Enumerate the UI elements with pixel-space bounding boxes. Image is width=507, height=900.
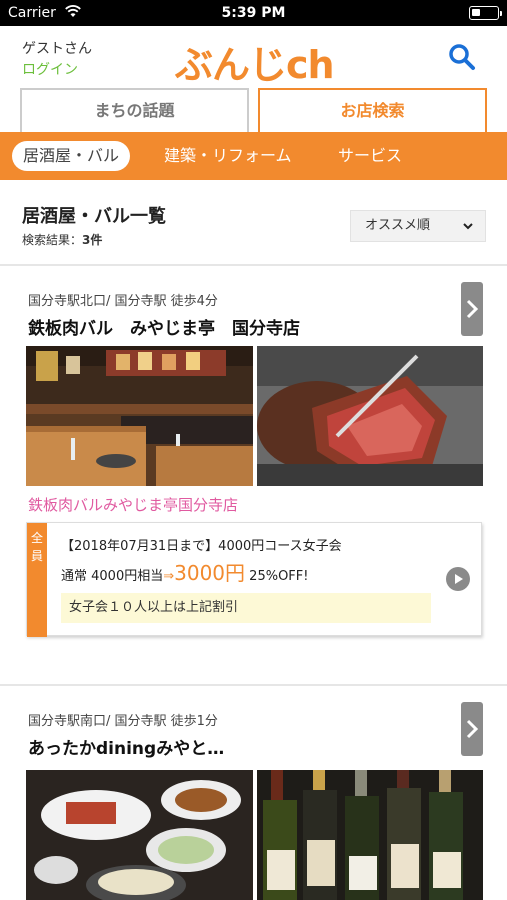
shop-detail-button[interactable] [461,282,483,336]
category-bar: 居酒屋・バル 建築・リフォーム サービス [0,132,507,180]
shop-photo-interior[interactable] [26,346,253,486]
shop-location: 国分寺駅南口/ 国分寺駅 徒歩1分 [28,714,218,729]
coupon-note: 女子会１０人以上は上記割引 [61,593,431,623]
sort-label: オススメ順 [365,218,431,233]
shop-photo-food[interactable] [26,770,253,900]
shop-photo-wine[interactable] [257,770,483,900]
shop-photo-steak[interactable] [257,346,483,486]
tab-town-topics[interactable]: まちの話題 [20,88,249,132]
coupon-card[interactable]: 全員 【2018年07月31日まで】4000円コース女子会 通常 4000円相当… [26,522,482,637]
shop-card[interactable]: 国分寺駅北口/ 国分寺駅 徒歩4分 鉄板肉バル みやじま亭 国分寺店 鉄板肉バル… [0,282,507,650]
app-logo[interactable]: ぶんじch [175,34,335,89]
coupon-arrow: ⇒ [163,569,175,584]
tab-shop-search[interactable]: お店検索 [258,88,487,132]
coupon-discount: 25%OFF! [249,569,309,584]
category-construction-reform[interactable]: 建築・リフォーム [164,141,292,171]
result-label: 検索結果： [22,233,83,247]
result-count: 検索結果：3件 [22,231,102,248]
chevron-down-icon [463,223,473,230]
chevron-right-icon [466,719,479,739]
sort-dropdown[interactable]: オススメ順 [350,210,486,242]
category-service[interactable]: サービス [338,141,402,171]
shop-detail-button[interactable] [461,702,483,756]
category-izakaya-bar[interactable]: 居酒屋・バル [12,141,130,171]
chevron-right-icon [466,299,479,319]
login-link[interactable]: ログイン [22,59,78,79]
clock: 5:39 PM [221,5,286,21]
coupon-normal-price: 通常 4000円相当 [61,569,164,584]
top-tabs: まちの話題 お店検索 [20,88,488,132]
list-title: 居酒屋・バル一覧 [22,206,166,227]
shop-location: 国分寺駅北口/ 国分寺駅 徒歩4分 [28,294,218,309]
coupon-sale-price: 3000円 [174,561,246,585]
battery-icon [469,6,502,20]
guest-label: ゲストさん [22,41,92,57]
divider [0,264,507,266]
shop-card[interactable]: 国分寺駅南口/ 国分寺駅 徒歩1分 あったかdiningみやと… [0,702,507,900]
result-number: 3件 [82,233,103,247]
app-header: ゲストさん ログイン ぶんじch [0,26,507,88]
shop-name[interactable]: 鉄板肉バル みやじま亭 国分寺店 [28,314,300,339]
search-icon[interactable] [447,42,477,72]
coupon-price-row: 通常 4000円相当⇒3000円 25%OFF! [61,557,308,586]
coupon-tag: 全員 [27,523,47,637]
coupon-title: 【2018年07月31日まで】4000円コース女子会 [61,539,342,554]
shop-subname-link[interactable]: 鉄板肉バルみやじま亭国分寺店 [28,494,238,515]
shop-name[interactable]: あったかdiningみやと… [28,734,224,759]
play-icon [455,574,463,584]
status-bar: Carrier 5:39 PM [0,0,507,26]
divider [0,684,507,686]
coupon-open-button[interactable] [446,567,470,591]
